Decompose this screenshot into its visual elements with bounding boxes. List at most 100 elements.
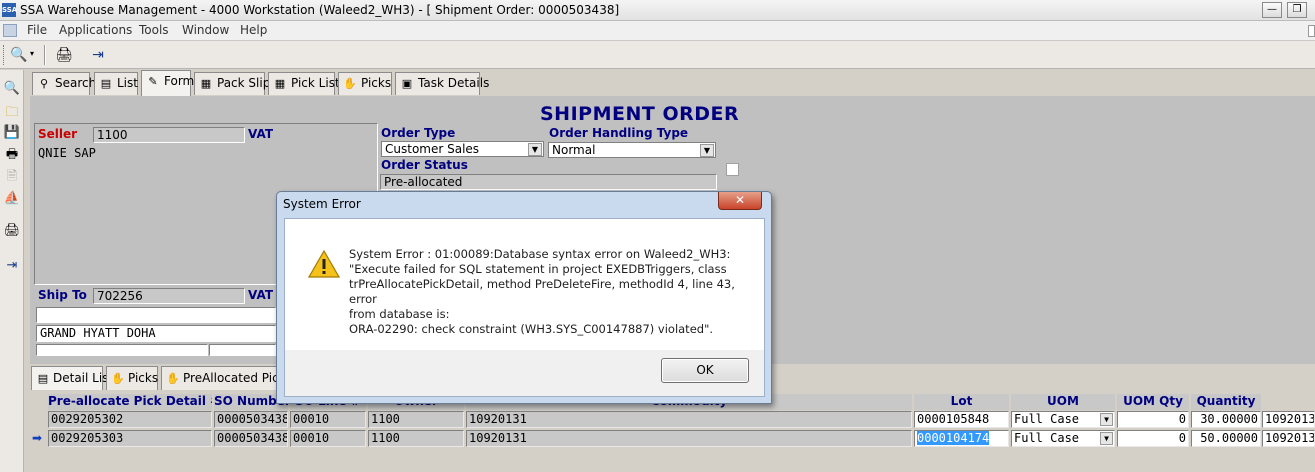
tab-preallocated-picks[interactable]: ✋ PreAllocated Picks <box>161 366 292 390</box>
current-row-arrow-icon: ➡ <box>32 431 43 445</box>
menu-help[interactable]: Help <box>240 23 267 37</box>
cell-uom-qty[interactable]: 0 <box>1117 430 1189 447</box>
order-status-field[interactable]: Pre-allocated <box>380 174 717 190</box>
ship-to-state-field[interactable] <box>209 344 276 356</box>
tab-search[interactable]: ⚲ Search <box>32 72 96 95</box>
ship-to-name-field[interactable]: GRAND HYATT DOHA <box>36 325 276 342</box>
close-icon[interactable]: ✕ <box>718 192 762 210</box>
tab-detail-list[interactable]: ▤ Detail List <box>31 366 113 390</box>
tab-bottom-picks[interactable]: ✋ Picks <box>106 366 158 390</box>
col-header-quantity[interactable]: Quantity <box>1191 394 1261 410</box>
menu-tools[interactable]: Tools <box>139 23 169 37</box>
chevron-down-icon[interactable]: ▼ <box>1100 413 1113 426</box>
error-dialog: System Error ✕ System Error : 01:00089:D… <box>276 191 772 404</box>
seller-name: QNIE SAP <box>38 146 96 160</box>
print-setup-icon[interactable]: 🖨 <box>53 44 75 66</box>
mdi-restore-icon[interactable] <box>1308 25 1315 37</box>
warning-icon <box>308 250 340 278</box>
tab-task-details[interactable]: ▣ Task Details <box>395 72 489 95</box>
list-icon: ▤ <box>100 77 112 90</box>
tab-label: Detail List <box>53 371 114 385</box>
restore-button[interactable]: ❐ <box>1287 2 1307 18</box>
cell-so-line[interactable]: 00010 <box>290 411 366 428</box>
detail-list-icon: ▤ <box>37 372 49 385</box>
cell-extra[interactable]: 10920131 <box>1262 430 1315 447</box>
cell-extra[interactable]: 10920131 <box>1262 411 1315 428</box>
tab-label: List <box>117 76 138 90</box>
col-header-lot[interactable]: Lot <box>914 394 1009 410</box>
minimize-button[interactable]: — <box>1262 2 1282 18</box>
ship-icon[interactable]: ⛵ <box>1 188 23 210</box>
ship-to-field[interactable]: 702256 <box>93 288 245 304</box>
order-handling-label: Order Handling Type <box>549 126 689 140</box>
ok-button[interactable]: OK <box>661 358 749 383</box>
cell-quantity[interactable]: 50.00000 <box>1191 430 1261 447</box>
exit-icon[interactable]: ⇥ <box>87 44 109 66</box>
ship-to-address-field[interactable] <box>36 307 276 323</box>
ship-to-city-field[interactable] <box>36 344 208 356</box>
search-icon: ⚲ <box>39 77 49 90</box>
tab-label: Picks <box>361 76 392 90</box>
cell-uom-qty[interactable]: 0 <box>1117 411 1189 428</box>
cell-uom[interactable]: Full Case ▼ <box>1011 430 1115 447</box>
cell-uom[interactable]: Full Case ▼ <box>1011 411 1115 428</box>
pick-list-icon: ▦ <box>274 77 286 90</box>
chevron-down-icon[interactable]: ▾ <box>30 49 34 58</box>
cell-owner[interactable]: 1100 <box>368 411 464 428</box>
picks-icon: ✋ <box>111 372 125 385</box>
printer-settings-icon[interactable]: 🖨 <box>1 220 23 242</box>
cell-lot[interactable]: 0000105848 <box>914 411 1009 428</box>
print-icon[interactable]: 🖶 <box>1 144 23 166</box>
toolbar: 🔍 ▾ 🖨 ⇥ <box>0 41 1315 69</box>
page-title: SHIPMENT ORDER <box>540 103 740 125</box>
cell-pick-detail[interactable]: 0029205302 <box>48 411 212 428</box>
chevron-down-icon[interactable]: ▼ <box>528 143 542 156</box>
uom-value: Full Case <box>1014 431 1080 445</box>
cell-owner[interactable]: 1100 <box>368 430 464 447</box>
dialog-title: System Error <box>283 197 361 211</box>
menu-file[interactable]: File <box>27 23 47 37</box>
tab-form[interactable]: ✎ Form <box>141 70 195 96</box>
new-folder-icon[interactable]: 🗀 <box>1 102 23 124</box>
seller-field[interactable]: 1100 <box>93 127 245 143</box>
order-type-select[interactable]: Customer Sales ▼ <box>381 141 544 157</box>
menu-window[interactable]: Window <box>182 23 229 37</box>
col-header-pick-detail[interactable]: Pre-allocate Pick Detail # <box>48 394 212 410</box>
menu-bar: File Applications Tools Window Help <box>0 21 1315 41</box>
report-icon[interactable]: 🗎 <box>1 166 23 188</box>
tab-pick-list[interactable]: ▦ Pick List <box>268 72 340 95</box>
search-icon[interactable]: 🔍 <box>8 44 30 66</box>
cell-pick-detail[interactable]: 0029205303 <box>48 430 212 447</box>
ship-to-vat-label: VAT <box>248 288 274 302</box>
tab-picks[interactable]: ✋ Picks <box>338 72 392 95</box>
save-icon[interactable]: 💾 <box>1 122 23 144</box>
menu-applications[interactable]: Applications <box>59 23 132 37</box>
document-icon[interactable] <box>3 24 17 37</box>
cell-commodity[interactable]: 10920131 <box>466 411 912 428</box>
col-header-uom[interactable]: UOM <box>1011 394 1115 410</box>
cell-lot[interactable]: 0000104174 <box>914 430 1009 447</box>
tab-label: Task Details <box>418 76 490 90</box>
cell-so-number[interactable]: 0000503438 <box>214 430 288 447</box>
left-toolbar: 🔍 🗀 💾 🖶 🗎 ⛵ 🖨 ⇥ <box>0 70 24 472</box>
cell-so-number[interactable]: 0000503438 <box>214 411 288 428</box>
cell-quantity[interactable]: 30.00000 <box>1191 411 1261 428</box>
chevron-down-icon[interactable]: ▼ <box>700 144 714 157</box>
tab-label: Pick List <box>291 76 340 90</box>
task-details-icon: ▣ <box>401 77 413 90</box>
exit-icon[interactable]: ⇥ <box>1 255 23 277</box>
chevron-down-icon[interactable]: ▼ <box>1100 432 1113 445</box>
col-header-uom-qty[interactable]: UOM Qty <box>1117 394 1189 410</box>
cell-so-line[interactable]: 00010 <box>290 430 366 447</box>
lot-selected-text: 0000104174 <box>917 431 990 445</box>
dialog-body: System Error : 01:00089:Database syntax … <box>284 218 765 350</box>
tab-label: Form <box>164 74 195 88</box>
title-bar: SSA SSA Warehouse Management - 4000 Work… <box>0 0 1315 21</box>
query-icon[interactable]: 🔍 <box>1 78 23 100</box>
order-handling-select[interactable]: Normal ▼ <box>548 142 716 158</box>
form-icon: ✎ <box>148 75 158 88</box>
tab-pack-slip[interactable]: ▦ Pack Slip <box>194 72 270 95</box>
checkbox[interactable] <box>726 163 739 176</box>
cell-commodity[interactable]: 10920131 <box>466 430 912 447</box>
tab-list[interactable]: ▤ List <box>94 72 138 95</box>
